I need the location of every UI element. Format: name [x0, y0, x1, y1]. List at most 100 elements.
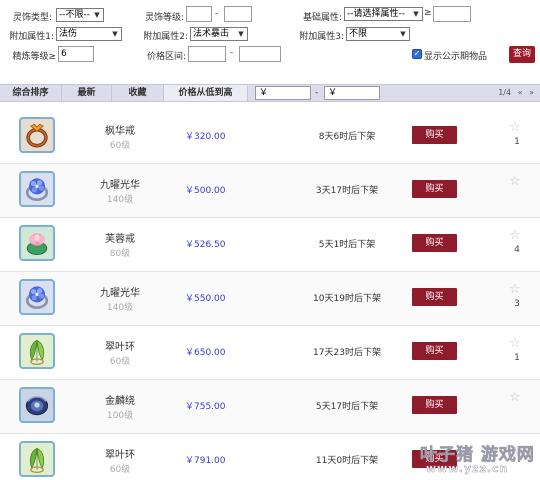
item-time-left: 8天6时后下架: [318, 132, 376, 142]
item-price: ￥791.00: [185, 456, 226, 466]
ring-dragon-icon[interactable]: [19, 387, 55, 423]
star-icon[interactable]: ☆: [509, 283, 521, 296]
star-icon[interactable]: ☆: [509, 175, 521, 188]
item-level: 60级: [109, 141, 131, 151]
item-time-left: 5天17时后下架: [315, 402, 379, 412]
item-level: 100级: [106, 411, 134, 421]
level-min-input[interactable]: [186, 6, 212, 22]
favorite-count: 4: [514, 245, 520, 255]
item-price: ￥500.00: [185, 186, 226, 196]
base-attr-label: 基础属性:: [302, 13, 342, 23]
item-price: ￥755.00: [185, 402, 226, 412]
attr1-label: 附加属性1:: [9, 32, 54, 42]
star-icon[interactable]: ☆: [509, 337, 521, 350]
chevron-down-icon: ▼: [238, 30, 244, 38]
item-price: ￥550.00: [185, 294, 226, 304]
item-name[interactable]: 翠叶环: [90, 338, 150, 353]
next-page-icon[interactable]: »: [529, 88, 534, 97]
star-icon[interactable]: ☆: [509, 391, 521, 404]
list-item[interactable]: 金麟绕 100级 ￥755.00 5天17时后下架 购买 ☆: [0, 380, 540, 434]
base-attr-cmp: ≥: [424, 8, 432, 18]
item-time-left: 17天23时后下架: [313, 348, 381, 358]
item-name[interactable]: 翠叶环: [90, 446, 150, 461]
pagination: 1/4 « »: [494, 85, 534, 101]
item-name[interactable]: 芙蓉戒: [90, 230, 150, 245]
buy-button[interactable]: 购买: [412, 126, 457, 144]
attr2-label: 附加属性2:: [143, 32, 188, 42]
tab-favorites[interactable]: 收藏: [112, 85, 164, 101]
attr3-select[interactable]: 不限 ▼: [346, 27, 410, 41]
sort-price-dash: -: [315, 88, 319, 98]
attr1-select[interactable]: 法伤 ▼: [56, 27, 122, 41]
star-icon[interactable]: ☆: [509, 229, 521, 242]
item-price: ￥526.50: [185, 240, 226, 250]
item-level: 140级: [106, 303, 134, 313]
type-select[interactable]: --不限-- ▼: [56, 8, 104, 22]
list-item[interactable]: 翠叶环 60级 ￥650.00 17天23时后下架 购买 ☆ 1: [0, 326, 540, 380]
item-time-left: 11天0时后下架: [315, 456, 379, 466]
query-button[interactable]: 查询: [509, 46, 535, 63]
ring-leaf-icon[interactable]: [19, 333, 55, 369]
list-item[interactable]: 九曜光华 140级 ￥500.00 3天17时后下架 购买 ☆: [0, 164, 540, 218]
tab-price-asc[interactable]: 价格从低到高: [164, 85, 248, 101]
favorite-count: 3: [514, 299, 520, 309]
watermark: 叶子猪 游戏网 www.yzz.cn: [420, 440, 538, 478]
price-dash: -: [230, 48, 234, 58]
ring-blue-flower-icon[interactable]: [19, 171, 55, 207]
prev-page-icon[interactable]: «: [518, 88, 523, 97]
ring-leaf-icon[interactable]: [19, 441, 55, 477]
item-level: 60级: [109, 465, 131, 475]
base-attr-value-input[interactable]: [433, 6, 471, 22]
ring-blue-flower-icon[interactable]: [19, 279, 55, 315]
chevron-down-icon: ▼: [94, 11, 100, 19]
level-label: 灵饰等级:: [144, 13, 184, 23]
price-min-input[interactable]: [188, 46, 226, 62]
level-max-input[interactable]: [224, 6, 252, 22]
favorite-count: 1: [514, 137, 520, 147]
item-name[interactable]: 金麟绕: [90, 392, 150, 407]
list-item[interactable]: 枫华戒 60级 ￥320.00 8天6时后下架 购买 ☆ 1: [0, 110, 540, 164]
item-time-left: 5天1时后下架: [318, 240, 376, 250]
price-max-input[interactable]: [239, 46, 281, 62]
item-time-left: 10天19时后下架: [313, 294, 381, 304]
tab-newest[interactable]: 最新: [62, 85, 112, 101]
buy-button[interactable]: 购买: [412, 288, 457, 306]
buy-button[interactable]: 购买: [412, 234, 457, 252]
attr3-label: 附加属性3:: [299, 32, 344, 42]
item-level: 60级: [109, 357, 131, 367]
list-item[interactable]: 芙蓉戒 80级 ￥526.50 5天1时后下架 购买 ☆ 4: [0, 218, 540, 272]
chevron-down-icon: ▼: [413, 10, 419, 18]
refine-input[interactable]: 6: [58, 46, 94, 62]
chevron-down-icon: ▼: [400, 30, 406, 38]
base-attr-select[interactable]: --请选择属性-- ▼: [344, 7, 423, 21]
refine-label: 精炼等级≥: [12, 52, 56, 62]
tab-overall[interactable]: 综合排序: [0, 85, 62, 101]
item-name[interactable]: 九曜光华: [90, 284, 150, 299]
sort-price-max-input[interactable]: ￥: [324, 86, 380, 100]
sort-price-min-input[interactable]: ￥: [255, 86, 311, 100]
ring-orange-icon[interactable]: [19, 117, 55, 153]
type-label: 灵饰类型:: [12, 13, 52, 23]
item-level: 80级: [109, 249, 131, 259]
favorite-count: 1: [514, 353, 520, 363]
show-public-checkbox[interactable]: ✓: [412, 49, 422, 59]
item-name[interactable]: 九曜光华: [90, 176, 150, 191]
show-public-label: 显示公示期物品: [424, 52, 488, 62]
chevron-down-icon: ▼: [112, 30, 118, 38]
buy-button[interactable]: 购买: [412, 396, 457, 414]
star-icon[interactable]: ☆: [509, 121, 521, 134]
level-dash: -: [215, 9, 219, 19]
buy-button[interactable]: 购买: [412, 180, 457, 198]
page-indicator: 1/4: [498, 88, 512, 97]
watermark-url: www.yzz.cn: [426, 462, 509, 476]
item-level: 140级: [106, 195, 134, 205]
attr2-select[interactable]: 法术暴击 ▼: [190, 27, 248, 41]
filter-panel: 灵饰类型: --不限-- ▼ 灵饰等级: - 基础属性: --请选择属性-- ▼ ≥…: [0, 0, 540, 84]
item-time-left: 3天17时后下架: [315, 186, 379, 196]
buy-button[interactable]: 购买: [412, 342, 457, 360]
price-range-label: 价格区间:: [146, 52, 186, 62]
item-price: ￥650.00: [185, 348, 226, 358]
ring-lotus-icon[interactable]: [19, 225, 55, 261]
item-name[interactable]: 枫华戒: [90, 122, 150, 137]
list-item[interactable]: 九曜光华 140级 ￥550.00 10天19时后下架 购买 ☆ 3: [0, 272, 540, 326]
